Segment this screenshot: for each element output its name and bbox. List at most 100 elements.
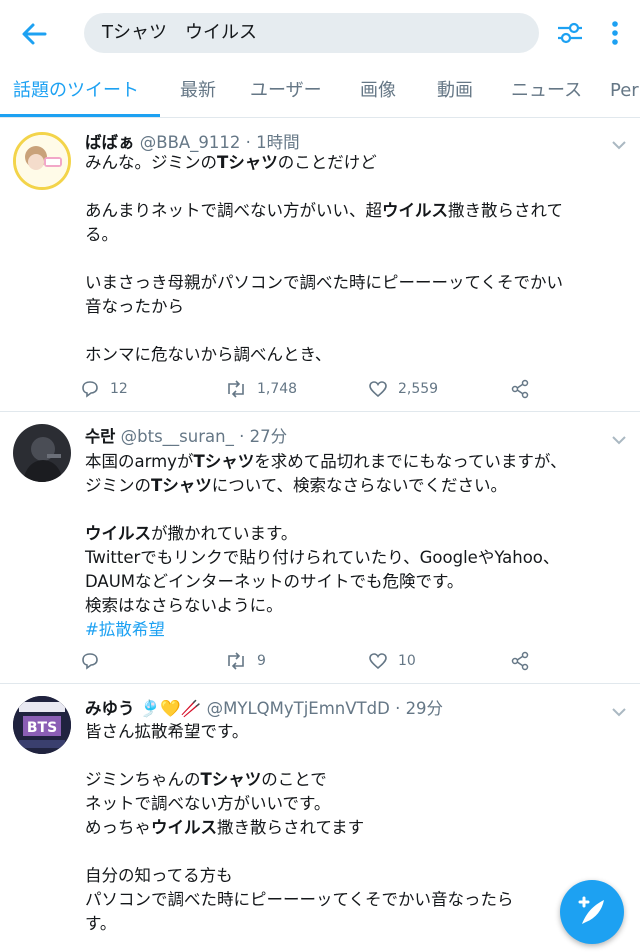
tweet-line: 音なったから xyxy=(85,295,630,319)
retweet-button[interactable]: 9 xyxy=(225,649,266,673)
tab-people[interactable]: ユーザー xyxy=(250,66,322,117)
handle[interactable]: @BBA_9112 xyxy=(140,133,241,152)
retweet-icon xyxy=(228,652,244,670)
tab-news[interactable]: ニュース xyxy=(511,66,582,117)
tweet-line: パソコンで調べた時にピーーーッてくそでかい音なったら xyxy=(85,888,630,912)
tweet-line: Twitterでもリンクで貼り付けられていたり、GoogleやYahoo、 xyxy=(85,546,630,570)
like-icon xyxy=(369,381,387,398)
tab-top[interactable]: 話題のツイート xyxy=(13,66,139,117)
handle[interactable]: @bts__suran_ xyxy=(121,427,234,446)
text-segment: ジミンちゃんの xyxy=(85,770,201,789)
display-name[interactable]: 수란 xyxy=(85,427,115,446)
tweet-header: ばばぁ @BBA_9112 · 1時間 xyxy=(85,133,300,152)
reply-button[interactable] xyxy=(80,649,110,673)
text-segment: 自分の知ってる方も xyxy=(85,866,233,885)
tweet[interactable]: BTS みゆう 🎐💛🥢 @MYLQMyTjEmnVTdD · 29分 皆さん拡散… xyxy=(0,684,640,952)
search-query: Tシャツ ウイルス xyxy=(102,22,257,43)
search-input[interactable]: Tシャツ ウイルス xyxy=(84,13,539,53)
top-bar: Tシャツ ウイルス xyxy=(0,0,640,66)
share-icon xyxy=(511,651,529,671)
active-tab-indicator xyxy=(0,114,160,117)
text-segment: 検索はなさらないように。 xyxy=(85,596,283,615)
text-segment: パソコンで調べた時にピーーーッてくそでかい音なったら xyxy=(85,890,514,909)
compose-button[interactable] xyxy=(560,880,624,944)
reply-count: 12 xyxy=(110,381,128,397)
like-count: 2,559 xyxy=(398,381,439,397)
search-match: Tシャツ xyxy=(193,452,255,471)
share-button[interactable] xyxy=(510,649,540,673)
timestamp[interactable]: 29分 xyxy=(406,699,444,718)
tab-videos[interactable]: 動画 xyxy=(437,66,473,117)
tab-latest[interactable]: 最新 xyxy=(180,66,216,117)
search-match: Tシャツ xyxy=(151,476,212,495)
text-segment: す。 xyxy=(85,914,117,933)
retweet-button[interactable]: 1,748 xyxy=(225,377,297,401)
text-segment: 皆さん拡散希望です。 xyxy=(85,722,249,741)
reply-button[interactable]: 12 xyxy=(80,377,128,401)
timestamp[interactable]: 27分 xyxy=(250,427,288,446)
tweet-header: 수란 @bts__suran_ · 27分 xyxy=(85,427,288,446)
reply-icon xyxy=(82,381,98,398)
timestamp[interactable]: 1時間 xyxy=(256,133,300,152)
tweet-line: みんな。ジミンのTシャツのことだけど xyxy=(85,151,630,175)
tweet-line: 自分の知ってる方も xyxy=(85,864,630,888)
chevron-down-icon[interactable] xyxy=(611,702,627,717)
text-segment: 音なったから xyxy=(85,297,184,316)
text-segment: めっちゃ xyxy=(85,818,151,837)
display-name[interactable]: ばばぁ xyxy=(85,133,135,152)
reply-icon xyxy=(82,653,98,670)
tweet-line: す。 xyxy=(85,912,630,936)
text-segment: のことだけど xyxy=(277,153,377,172)
tab-periscope[interactable]: Per xyxy=(610,66,639,117)
tweet-line: めっちゃウイルス撒き散らされてます xyxy=(85,816,630,840)
retweet-icon xyxy=(228,380,244,398)
text-segment: る。 xyxy=(85,225,118,244)
tweet-text: 皆さん拡散希望です。ジミンちゃんのTシャツのことでネットで調べない方がいいです。… xyxy=(85,720,630,936)
text-segment: DAUMなどインターネットのサイトでも危険です。 xyxy=(85,572,464,591)
avatar[interactable]: BTS xyxy=(13,696,71,754)
tweet-line: ジミンのTシャツについて、検索なさらないでください。 xyxy=(85,474,630,498)
retweet-count: 1,748 xyxy=(257,381,298,397)
hashtag-link[interactable]: #拡散希望 xyxy=(85,620,165,639)
avatar[interactable] xyxy=(13,424,71,482)
more-vertical-icon[interactable] xyxy=(605,17,625,49)
display-name[interactable]: みゆう xyxy=(85,699,135,718)
text-segment: みんな。ジミンの xyxy=(85,153,217,172)
like-button[interactable]: 10 xyxy=(368,649,416,673)
text-segment: が撒かれています。 xyxy=(151,524,298,543)
search-match: Tシャツ xyxy=(200,770,262,789)
like-count: 10 xyxy=(398,653,416,669)
tweet[interactable]: ばばぁ @BBA_9112 · 1時間 みんな。ジミンのTシャツのことだけど あん… xyxy=(0,119,640,412)
avatar[interactable] xyxy=(13,132,71,190)
tweet-line: いまさっき母親がパソコンで調べた時にピーーーッてくそでかい xyxy=(85,271,630,295)
text-segment: Twitterでもリンクで貼り付けられていたり、GoogleやYahoo、 xyxy=(85,548,560,567)
text-segment: 本国のarmyが xyxy=(85,452,194,471)
handle[interactable]: @MYLQMyTjEmnVTdD xyxy=(207,699,390,718)
chevron-down-icon[interactable] xyxy=(611,135,627,150)
like-button[interactable]: 2,559 xyxy=(368,377,438,401)
text-segment: ネットで調べない方がいいです。 xyxy=(85,794,331,813)
tweet-text: 本国のarmyがTシャツを求めて品切れまでにもなっていますが、 ジミンのTシャツに… xyxy=(85,450,630,642)
tweet-line: #拡散希望 xyxy=(85,618,630,642)
filter-icon[interactable] xyxy=(555,18,585,48)
chevron-down-icon[interactable] xyxy=(611,430,627,445)
back-arrow-icon[interactable] xyxy=(18,18,50,50)
tweet-line: ホンマに危ないから調べんとき、 xyxy=(85,343,630,367)
svg-text:BTS: BTS xyxy=(27,720,57,736)
tweet-line: ジミンちゃんのTシャツのことで xyxy=(85,768,630,792)
text-segment: いまさっき母親がパソコンで調べた時にピーーーッてくそでかい xyxy=(85,273,564,292)
tab-photos[interactable]: 画像 xyxy=(360,66,396,117)
compose-icon xyxy=(578,896,604,924)
retweet-count: 9 xyxy=(257,653,266,669)
tweet-actions: 9 10 xyxy=(80,649,540,673)
text-segment: を求めて品切れまでにもなっていますが、 xyxy=(254,452,567,471)
share-button[interactable] xyxy=(510,377,540,401)
share-icon xyxy=(511,379,529,399)
text-segment: 撒き散らされてます xyxy=(217,818,365,837)
tweet[interactable]: 수란 @bts__suran_ · 27分 本国のarmyがTシャツを求めて品切… xyxy=(0,412,640,684)
